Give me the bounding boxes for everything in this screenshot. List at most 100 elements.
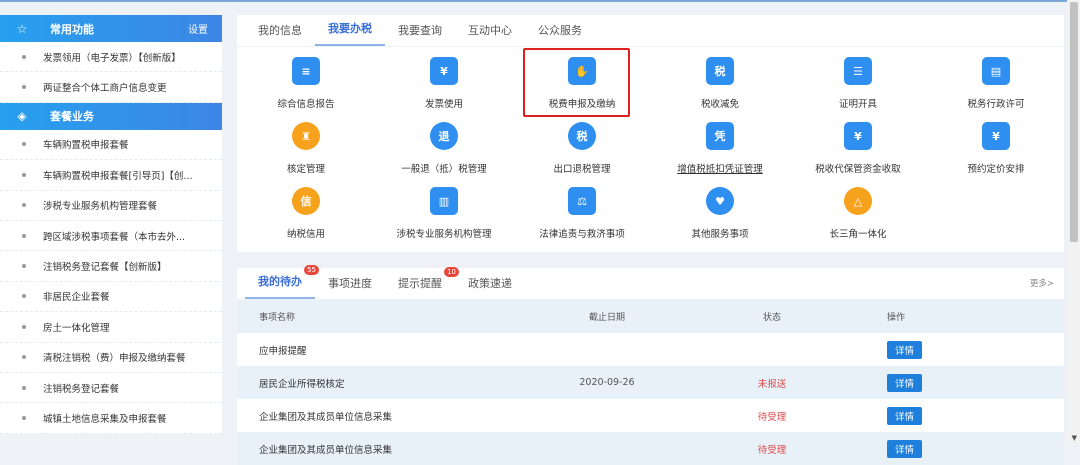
service-item[interactable]: ☰ 证明开具 — [789, 49, 927, 114]
table-row: 企业集团及其成员单位信息采集 待受理 详情 — [237, 399, 1064, 432]
sidebar-item-label: 注销税务登记套餐【创新版】 — [43, 262, 167, 274]
service-label: 税收减免 — [700, 99, 739, 110]
refund-icon: 退 — [430, 122, 458, 150]
bullet-icon — [22, 355, 26, 360]
tab-label: 政策速递 — [468, 277, 512, 290]
service-label: 涉税专业服务机构管理 — [396, 229, 492, 240]
more-link[interactable]: 更多> — [1030, 277, 1054, 289]
common-functions-header: ☆ 常用功能 设置 — [0, 15, 222, 42]
service-item[interactable]: ✋ 税费申报及缴纳 — [513, 49, 651, 114]
service-item[interactable]: △ 长三角一体化 — [789, 179, 927, 244]
service-label: 出口退税管理 — [553, 164, 611, 175]
bullet-icon — [22, 85, 26, 90]
deadline: 2020-09-26 — [579, 377, 635, 388]
stamp-icon: ♜ — [292, 122, 320, 150]
sidebar-item[interactable]: 注销税务登记套餐 — [0, 373, 222, 404]
export-refund-icon: 税 — [568, 122, 596, 150]
details-button[interactable]: 详情 — [887, 340, 923, 359]
sidebar-item-label: 跨区域涉税事项套餐（本市去外... — [43, 231, 186, 243]
tab-service[interactable]: 我要查询 — [385, 22, 455, 46]
bullet-icon — [22, 172, 26, 177]
action-cell: 详情 — [887, 340, 947, 359]
sidebar-item[interactable]: 车辆购置税申报套餐 — [0, 130, 222, 161]
service-item[interactable]: 税税收减免 — [651, 49, 789, 114]
tab-todo[interactable]: 政策速递 — [455, 275, 525, 299]
bullet-icon — [22, 324, 26, 329]
bullet-icon — [22, 415, 26, 420]
sidebar-item-label: 注销税务登记套餐 — [43, 383, 120, 395]
action-cell: 详情 — [887, 406, 947, 425]
action-cell: 详情 — [887, 439, 947, 458]
table-header: 事项名称 截止日期 状态 操作 — [237, 300, 1064, 333]
service-item[interactable]: ♜ 核定管理 — [237, 114, 375, 179]
tab-service[interactable]: 我的信息 — [245, 22, 315, 46]
sidebar-item[interactable]: 车辆购置税申报套餐[引导页]【创... — [0, 160, 222, 191]
service-item[interactable]: 退一般退（抵）税管理 — [375, 114, 513, 179]
sidebar-item-label: 车辆购置税申报套餐[引导页]【创... — [43, 170, 193, 182]
packages-title: 套餐业务 — [50, 110, 94, 124]
sidebar-item[interactable]: 非居民企业套餐 — [0, 282, 222, 313]
tab-todo[interactable]: 事项进度 — [315, 275, 385, 299]
sidebar-item-label: 两证整合个体工商户信息变更 — [43, 83, 167, 95]
tab-service[interactable]: 我要办税 — [315, 20, 385, 46]
certificate-icon: ☰ — [844, 57, 872, 85]
sidebar-item[interactable]: 发票领用（电子发票）【创新版】 — [0, 42, 222, 73]
tab-service[interactable]: 互动中心 — [455, 22, 525, 46]
inbox-icon: ¥ — [844, 122, 872, 150]
service-label: 证明开具 — [838, 99, 877, 110]
service-item[interactable]: ¥ 税收代保管资金收取 — [789, 114, 927, 179]
service-item[interactable]: 凭增值税抵扣凭证管理 — [651, 114, 789, 179]
triangle-icon: △ — [844, 187, 872, 215]
top-border — [0, 0, 1080, 2]
service-item[interactable]: ⚖ 法律追责与救济事项 — [513, 179, 651, 244]
details-button[interactable]: 详情 — [887, 439, 923, 458]
sidebar-item[interactable]: 涉税专业服务机构管理套餐 — [0, 191, 222, 221]
sidebar-item[interactable]: 城镇土地信息采集及申报套餐 — [0, 403, 222, 434]
tab-todo[interactable]: 我的待办 55 — [245, 265, 319, 299]
sidebar-item[interactable]: 注销税务登记套餐【创新版】 — [0, 251, 222, 282]
table-row: 企业集团及其成员单位信息采集 待受理 详情 — [237, 432, 1064, 465]
service-item[interactable]: ▤ 税务行政许可 — [927, 49, 1065, 114]
sidebar-item[interactable]: 房土一体化管理 — [0, 312, 222, 343]
service-item[interactable]: ♥ 其他服务事项 — [651, 179, 789, 244]
service-label: 核定管理 — [286, 164, 325, 175]
sidebar-item-label: 非居民企业套餐 — [43, 292, 110, 304]
service-item[interactable]: ≡ 综合信息报告 — [237, 49, 375, 114]
scrollbar[interactable]: ▼ — [1067, 0, 1080, 444]
sidebar-item[interactable]: 跨区域涉税事项套餐（本市去外... — [0, 221, 222, 252]
settings-link[interactable]: 设置 — [188, 21, 208, 36]
tab-label: 我的待办 — [258, 275, 302, 288]
building-gear-icon: ▥ — [430, 187, 458, 215]
gavel-icon: ⚖ — [568, 187, 596, 215]
service-label: 纳税信用 — [286, 229, 325, 240]
sidebar-item-label: 车辆购置税申报套餐 — [43, 140, 129, 152]
tab-todo[interactable]: 提示提醒 10 — [385, 267, 459, 299]
service-item[interactable]: ¥ 预约定价安排 — [927, 114, 1065, 179]
common-functions-title: 常用功能 — [50, 22, 94, 36]
bullet-icon — [22, 294, 26, 299]
heart-hands-icon: ♥ — [706, 187, 734, 215]
service-item[interactable]: ¥ 发票使用 — [375, 49, 513, 114]
bullet-icon — [22, 142, 26, 147]
tab-label: 提示提醒 — [398, 277, 442, 290]
service-item[interactable]: 税出口退税管理 — [513, 114, 651, 179]
services-tabs: 我的信息 我要办税 我要查询 互动中心 公众服务 — [237, 15, 1064, 47]
bullet-icon — [22, 203, 26, 208]
service-label: 一般退（抵）税管理 — [401, 164, 487, 175]
item-name: 居民企业所得税核定 — [259, 378, 345, 390]
sidebar-item[interactable]: 两证整合个体工商户信息变更 — [0, 72, 222, 103]
service-item[interactable]: ▥ 涉税专业服务机构管理 — [375, 179, 513, 244]
details-button[interactable]: 详情 — [887, 373, 923, 392]
details-button[interactable]: 详情 — [887, 406, 923, 425]
scroll-down-icon[interactable]: ▼ — [1072, 434, 1077, 442]
services-grid: ≡ 综合信息报告 ¥ 发票使用 ✋ 税费申报及缴纳税税收减免 ☰ 证明开具 ▤ 税务行政许可 ♜ 核定… — [237, 47, 1064, 244]
sidebar-item[interactable]: 清税注销税（费）申报及缴纳套餐 — [0, 343, 222, 373]
item-name: 应申报提醒 — [259, 345, 307, 357]
invoice-icon: ¥ — [430, 57, 458, 85]
service-item[interactable]: 信纳税信用 — [237, 179, 375, 244]
tab-service[interactable]: 公众服务 — [525, 22, 595, 46]
scrollbar-thumb[interactable] — [1070, 2, 1078, 242]
sidebar-item-label: 涉税专业服务机构管理套餐 — [43, 201, 158, 213]
item-name: 企业集团及其成员单位信息采集 — [259, 411, 393, 423]
action-cell: 详情 — [887, 373, 947, 392]
